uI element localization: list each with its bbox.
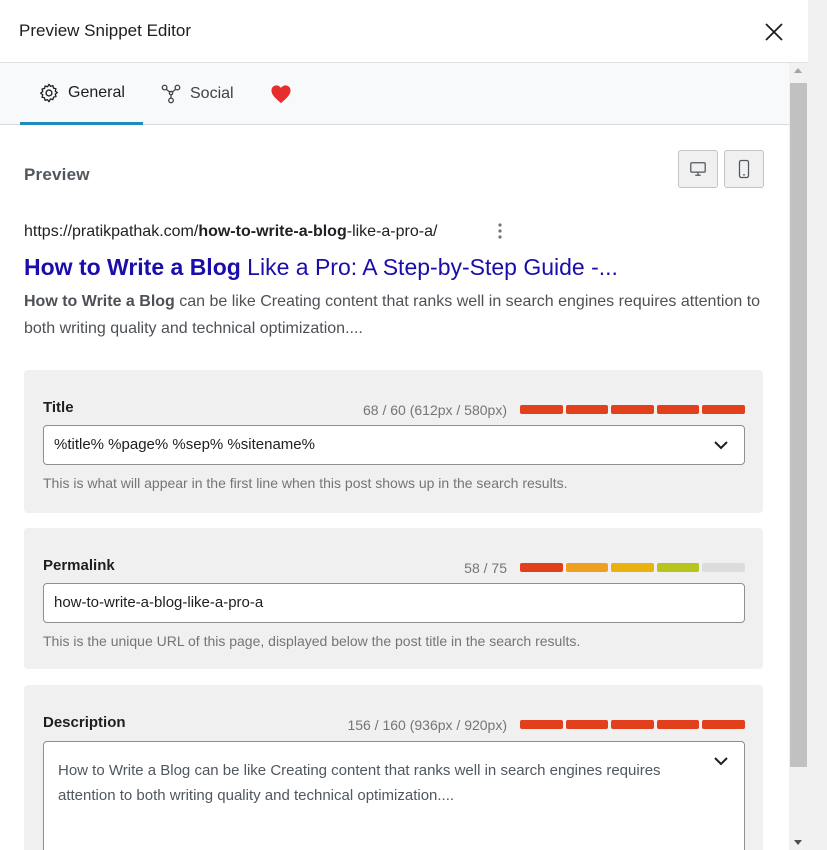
title-length-count: 68 / 60 (612px / 580px) [363, 402, 507, 418]
meter-segment [611, 720, 654, 729]
permalink-card: Permalink 58 / 75 how-to-write-a-blog-li… [24, 528, 763, 669]
permalink-hint: This is the unique URL of this page, dis… [43, 633, 581, 649]
scroll-down-arrow-icon[interactable] [794, 840, 802, 845]
meter-segment [611, 563, 654, 572]
description-length-meter [520, 720, 745, 729]
tab-bar: General Social [0, 63, 789, 125]
mobile-icon [738, 159, 750, 179]
title-length-meter [520, 405, 745, 414]
meter-segment [565, 563, 609, 572]
title-input[interactable]: %title% %page% %sep% %sitename% [43, 425, 745, 465]
permalink-input-value: how-to-write-a-blog-like-a-pro-a [54, 594, 264, 611]
description-input-value: How to Write a Blog can be like Creating… [58, 762, 661, 804]
chevron-down-icon[interactable] [712, 436, 730, 454]
heart-icon [271, 85, 291, 104]
preview-heading: Preview [24, 165, 90, 184]
meter-segment [656, 563, 700, 572]
desktop-icon [690, 162, 706, 176]
serp-more-button[interactable] [494, 222, 506, 240]
permalink-length-meter [520, 563, 745, 572]
snippet-editor-panel: Preview Snippet Editor General Social Pr… [0, 0, 808, 850]
meter-segment [565, 720, 609, 729]
tab-general-label: General [68, 83, 125, 101]
vertical-dots-icon [498, 223, 502, 239]
permalink-label: Permalink [43, 557, 115, 574]
serp-title-keyword: How to Write a Blog [24, 254, 241, 280]
title-input-value: %title% %page% %sep% %sitename% [54, 436, 315, 453]
meter-segment [656, 405, 700, 414]
serp-url-keyword: how-to-write-a-blog [198, 223, 347, 240]
title-label: Title [43, 399, 74, 416]
meter-segment [611, 405, 654, 414]
meter-segment [702, 563, 745, 572]
scroll-up-arrow-icon[interactable] [794, 68, 802, 73]
meter-segment [520, 405, 563, 414]
serp-url-prefix: https://pratikpathak.com/ [24, 223, 199, 240]
serp-url: https://pratikpathak.com/how-to-write-a-… [24, 223, 437, 241]
close-button[interactable] [758, 16, 790, 48]
chevron-down-icon[interactable] [712, 752, 730, 770]
desktop-preview-button[interactable] [678, 150, 718, 188]
tab-social[interactable]: Social [160, 63, 234, 125]
tab-general[interactable]: General [20, 63, 143, 125]
tab-heart[interactable] [270, 63, 292, 125]
serp-url-suffix: -like-a-pro-a/ [346, 223, 438, 240]
meter-segment [520, 563, 563, 572]
meter-segment [702, 405, 745, 414]
permalink-length-count: 58 / 75 [464, 560, 507, 576]
meter-segment [656, 720, 700, 729]
share-icon [161, 84, 181, 104]
gear-icon [40, 83, 58, 102]
serp-desc-keyword: How to Write a Blog [24, 293, 175, 310]
permalink-input[interactable]: how-to-write-a-blog-like-a-pro-a [43, 583, 745, 623]
description-input[interactable]: How to Write a Blog can be like Creating… [43, 741, 745, 850]
tab-social-label: Social [190, 85, 234, 102]
description-label: Description [43, 714, 126, 731]
description-card: Description 156 / 160 (936px / 920px) Ho… [24, 685, 763, 850]
serp-title[interactable]: How to Write a Blog Like a Pro: A Step-b… [24, 254, 618, 281]
meter-segment [702, 720, 745, 729]
description-length-count: 156 / 160 (936px / 920px) [347, 717, 507, 733]
serp-description: How to Write a Blog can be like Creating… [24, 288, 764, 342]
modal-title: Preview Snippet Editor [19, 21, 191, 40]
meter-segment [565, 405, 609, 414]
meter-segment [520, 720, 563, 729]
title-hint: This is what will appear in the first li… [43, 475, 568, 491]
close-icon [765, 23, 783, 41]
scrollbar-thumb[interactable] [790, 83, 807, 767]
title-card: Title 68 / 60 (612px / 580px) %title% %p… [24, 370, 763, 513]
mobile-preview-button[interactable] [724, 150, 764, 188]
serp-title-rest: Like a Pro: A Step-by-Step Guide -... [240, 254, 618, 280]
modal-header: Preview Snippet Editor [0, 0, 808, 63]
general-tab-content: Preview https://pratikpathak.com/how-to-… [0, 125, 789, 850]
